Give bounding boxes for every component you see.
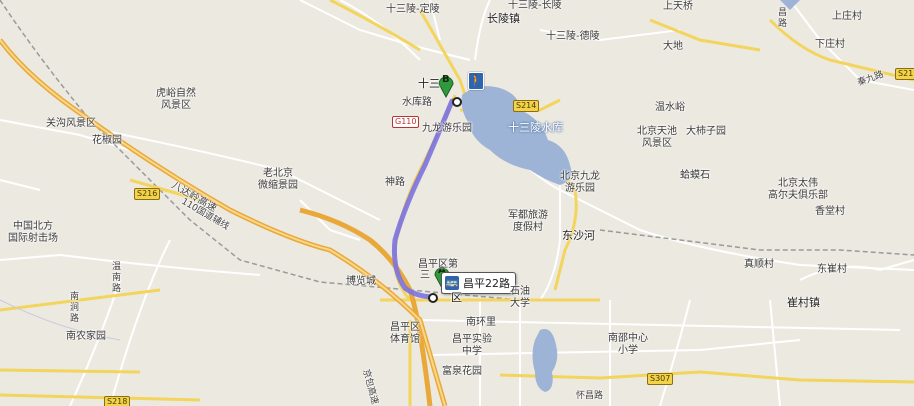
place-dadi[interactable]: 大地 (663, 41, 683, 53)
place-shangzhuangcun[interactable]: 上庄村 (832, 11, 862, 23)
place-nanshao-xiaoxue[interactable]: 南邵中心 小学 (608, 333, 648, 357)
place-guangou[interactable]: 关沟风景区 (46, 118, 96, 130)
place-zhongguo-beifang[interactable]: 中国北方 国际射击场 (8, 221, 58, 245)
place-san[interactable]: 三 (420, 270, 430, 282)
place-zhenshuncun[interactable]: 真顺村 (744, 259, 774, 271)
place-wenshuiyu[interactable]: 温水峪 (655, 102, 685, 114)
place-dongshahe[interactable]: 东沙河 (562, 230, 595, 242)
road-huaichang: 怀昌路 (576, 391, 604, 401)
place-beijing-taiwei[interactable]: 北京太伟 高尔夫俱乐部 (768, 178, 828, 202)
place-shiyou-daxue[interactable]: 石油 大学 (510, 286, 530, 310)
place-shisan-short[interactable]: 十三 (418, 78, 440, 90)
place-dongcuncun[interactable]: 东崔村 (817, 264, 847, 276)
bus-icon: 🚌 (445, 276, 459, 290)
pedestrian-icon[interactable]: 🚶 (468, 72, 484, 90)
place-huyu[interactable]: 虎峪自然 风景区 (156, 88, 196, 112)
route-shield-s307: S307 (647, 373, 674, 385)
place-changping-qu[interactable]: 区 (451, 292, 462, 304)
place-beijing-jiulong[interactable]: 北京九龙 游乐园 (560, 171, 600, 195)
place-nanhuanli[interactable]: 南环里 (466, 317, 496, 329)
place-cuicun-town[interactable]: 崔村镇 (787, 297, 820, 309)
place-shisanling-changling[interactable]: 十三陵-长陵 (508, 0, 562, 12)
route-stop-start[interactable] (426, 291, 440, 305)
place-xiangtangcun[interactable]: 香堂村 (815, 206, 845, 218)
place-shisanling-dingling[interactable]: 十三陵-定陵 (386, 4, 440, 16)
route-shield-s214: S214 (513, 100, 540, 112)
road-changlu-right: 昌 路 (778, 8, 788, 29)
place-shuikulu[interactable]: 水库路 (402, 97, 432, 109)
place-shisanling-reservoir[interactable]: 十三陵水库 (508, 122, 563, 134)
place-fuquan-huayuan[interactable]: 富泉花园 (442, 366, 482, 378)
map-canvas[interactable]: B A 🚶 🚌 昌平22路 G110 S214 S216 S307 S218 S… (0, 0, 914, 406)
place-beijing-tianchi[interactable]: 北京天池 风景区 (637, 126, 677, 150)
place-changping-shiyan[interactable]: 昌平实验 中学 (452, 334, 492, 358)
route-callout-label: 昌平22路 (463, 277, 510, 290)
place-nannonjiayuan[interactable]: 南农家园 (66, 331, 106, 343)
road-nanjiao: 南 涧 路 (70, 292, 80, 324)
place-xiazhuangcun[interactable]: 下庄村 (815, 39, 845, 51)
place-huajiaoyuan[interactable]: 花椒园 (92, 135, 122, 147)
place-shangtianqiao[interactable]: 上天桥 (663, 1, 693, 13)
route-shield-s21: S21 (895, 68, 914, 80)
place-changping-tiyuguan[interactable]: 昌平区 体育馆 (390, 322, 420, 346)
route-shield-s216: S216 (134, 188, 161, 200)
route-stop-end[interactable] (450, 95, 464, 109)
place-laobeijing[interactable]: 老北京 微缩景园 (258, 168, 298, 192)
place-shenlu[interactable]: 神路 (385, 177, 405, 189)
place-bolancheng[interactable]: 博览城 (346, 276, 376, 288)
route-shield-g110: G110 (392, 116, 420, 128)
place-changling-town[interactable]: 长陵镇 (487, 13, 520, 25)
marker-b-letter: B (442, 74, 450, 85)
place-dashizi-yuan[interactable]: 大柿子园 (686, 126, 726, 138)
place-junduly[interactable]: 军都旅游 度假村 (508, 210, 548, 234)
place-shisanling-deling[interactable]: 十三陵-德陵 (546, 31, 600, 43)
place-jiulong-park[interactable]: 九龙游乐园 (422, 123, 472, 135)
road-wennan: 温 南 路 (112, 262, 122, 294)
route-shield-s218: S218 (104, 396, 131, 406)
place-hamashi[interactable]: 蛤蟆石 (680, 170, 710, 182)
